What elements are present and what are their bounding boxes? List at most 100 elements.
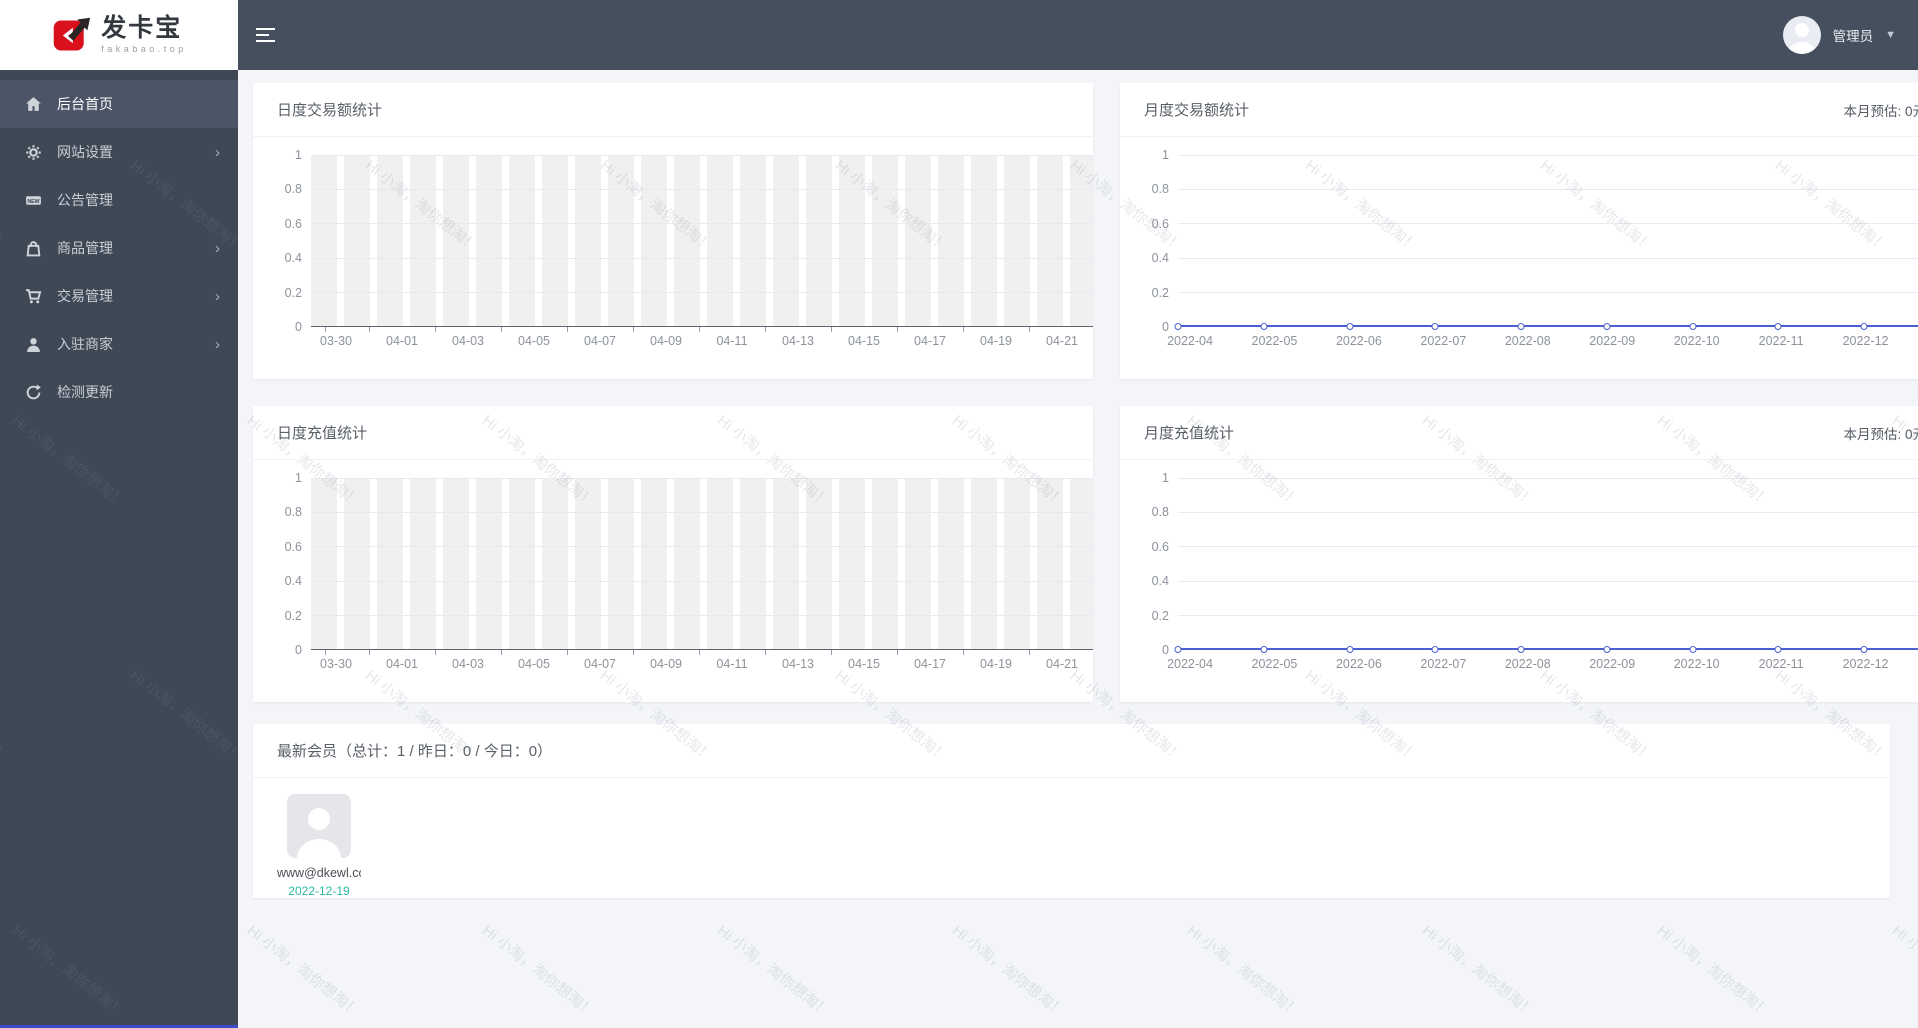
plot-region (311, 478, 1093, 650)
y-axis: 1 0.8 0.6 0.4 0.2 0 (1132, 471, 1178, 657)
sidebar-item-dashboard[interactable]: 后台首页 (0, 80, 238, 128)
x-tick-label: 04-07 (584, 657, 616, 671)
y-tick-label: 0.2 (284, 285, 302, 300)
gridline (311, 155, 1093, 156)
gridline (311, 257, 1093, 259)
charts-row-1: 日度交易额统计 1 0.8 0.6 0.4 0.2 0 03-30 04-01 04-03 04-… (253, 83, 1918, 379)
sidebar-item-announcements[interactable]: NEW 公告管理 (0, 176, 238, 224)
sidebar-item-check-update[interactable]: 检测更新 (0, 368, 238, 416)
cart-icon (24, 287, 42, 305)
y-axis: 1 0.8 0.6 0.4 0.2 0 (265, 148, 311, 334)
gridline (311, 580, 1093, 582)
gridline (311, 291, 1093, 293)
gridline (1178, 291, 1918, 293)
sidebar-menu: 后台首页 网站设置 › NEW 公告管理 商品管理 › 交易管理 › 入驻商家 … (0, 70, 238, 416)
y-tick-label: 1 (295, 471, 302, 485)
x-tick-label: 04-07 (584, 334, 616, 348)
chevron-right-icon: › (215, 143, 220, 161)
merchant-icon (24, 335, 42, 353)
panel-daily-trade: 日度交易额统计 1 0.8 0.6 0.4 0.2 0 03-30 04-01 04-03 04-… (253, 83, 1093, 379)
gridline (311, 478, 1093, 479)
y-tick-label: 0 (1162, 643, 1169, 657)
daily-trade-chart: 1 0.8 0.6 0.4 0.2 0 03-30 04-01 04-03 04-05 04-07 0… (253, 137, 1093, 353)
x-tick-label: 04-01 (386, 334, 418, 348)
x-tick-label: 04-01 (386, 657, 418, 671)
panel-title: 月度充值统计 (1144, 425, 1235, 442)
x-tick-label: 2022-10 (1673, 334, 1720, 348)
x-tick-label: 04-09 (650, 334, 682, 348)
y-tick-label: 0 (295, 643, 302, 657)
update-icon (24, 383, 42, 401)
x-tick-label: 2022-07 (1420, 657, 1467, 671)
x-tick-label: 04-03 (452, 334, 484, 348)
chevron-right-icon: › (215, 287, 220, 305)
logo-icon (51, 15, 91, 55)
sidebar-item-label: 后台首页 (57, 96, 113, 112)
gridline (311, 546, 1093, 548)
member-register-date: 2022-12-19 (288, 884, 350, 898)
user-label: 管理员 (1832, 29, 1874, 44)
bag-icon (24, 239, 42, 257)
daily-recharge-chart: 1 0.8 0.6 0.4 0.2 0 03-30 04-01 04-03 04-05 04-07 0… (253, 460, 1093, 676)
x-tick-label: 04-21 (1046, 334, 1078, 348)
y-tick-label: 0.8 (284, 182, 302, 197)
logo-subtitle: fakabao.top (101, 43, 187, 54)
gridline (311, 512, 1093, 514)
gridline (1178, 546, 1918, 548)
y-tick-label: 0.2 (1151, 608, 1169, 623)
user-menu[interactable]: 管理员 ▼ (1782, 16, 1918, 54)
panel-daily-recharge: 日度充值统计 1 0.8 0.6 0.4 0.2 0 03-30 04-01 04-03 04-0… (253, 406, 1093, 702)
x-axis-labels: 03-30 04-01 04-03 04-05 04-07 04-09 04-11 04-13… (320, 327, 1093, 353)
panel-latest-members: 最新会员（总计：1 / 昨日：0 / 今日：0） www@dkewl.com 2… (253, 724, 1890, 898)
y-tick-label: 1 (1162, 471, 1169, 485)
sidebar-item-orders[interactable]: 交易管理 › (0, 272, 238, 320)
x-tick-label: 04-19 (980, 657, 1012, 671)
chart-plot-area: 1 0.8 0.6 0.4 0.2 0 (1132, 471, 1918, 657)
x-tick-label: 2022-05 (1251, 334, 1298, 348)
plot-region (1174, 478, 1918, 653)
x-tick-label: 04-21 (1046, 657, 1078, 671)
x-tick-label: 04-11 (716, 334, 748, 348)
charts-row-2: 日度充值统计 1 0.8 0.6 0.4 0.2 0 03-30 04-01 04-03 04-0… (253, 406, 1918, 702)
gridline (1178, 223, 1918, 225)
gridline (1178, 614, 1918, 616)
logo[interactable]: 发卡宝 fakabao.top (0, 0, 238, 70)
x-axis-ticks (323, 327, 1093, 332)
y-tick-label: 0.6 (284, 216, 302, 231)
gridline (311, 189, 1093, 191)
sidebar-item-site-settings[interactable]: 网站设置 › (0, 128, 238, 176)
y-tick-label: 0.6 (284, 539, 302, 554)
gridline (1178, 189, 1918, 191)
x-tick-label: 04-19 (980, 334, 1012, 348)
gridline (1178, 478, 1918, 479)
x-tick-label: 2022-05 (1251, 657, 1298, 671)
y-tick-label: 1 (1162, 148, 1169, 162)
panel-monthly-recharge: 月度充值统计 本月预估: 0元 1 0.8 0.6 0.4 0.2 0 2022-04 202… (1120, 406, 1918, 702)
plot-region (311, 155, 1093, 327)
menu-toggle-button[interactable] (256, 25, 282, 45)
user-avatar (1782, 16, 1821, 54)
sidebar-item-products[interactable]: 商品管理 › (0, 224, 238, 272)
svg-text:NEW: NEW (27, 198, 39, 204)
sidebar-item-merchants[interactable]: 入驻商家 › (0, 320, 238, 368)
y-tick-label: 0.2 (284, 608, 302, 623)
x-tick-label: 03-30 (320, 334, 352, 348)
chevron-right-icon: › (215, 335, 220, 353)
y-tick-label: 0.8 (1151, 182, 1169, 197)
chevron-right-icon: › (215, 239, 220, 257)
chart-plot-area: 1 0.8 0.6 0.4 0.2 0 (265, 471, 1093, 657)
topbar: 管理员 ▼ (238, 0, 1918, 70)
y-tick-label: 0.6 (1151, 539, 1169, 554)
y-tick-label: 0.4 (284, 574, 302, 589)
x-tick-label: 2022-04 (1167, 657, 1213, 671)
member-avatar (287, 794, 351, 858)
x-tick-label: 2022-04 (1167, 334, 1213, 348)
sidebar-item-label: 公告管理 (57, 192, 113, 208)
member-card[interactable]: www@dkewl.com 2022-12-19 (277, 794, 361, 898)
monthly-recharge-chart: 1 0.8 0.6 0.4 0.2 0 2022-04 2022-05 2022-06 2022-… (1120, 460, 1918, 676)
x-tick-label: 2022-12 (1842, 334, 1889, 348)
x-tick-label: 04-15 (848, 657, 880, 671)
panel-title: 日度充值统计 (277, 425, 368, 442)
sidebar-item-label: 入驻商家 (57, 336, 113, 352)
x-tick-label: 03-30 (320, 657, 352, 671)
